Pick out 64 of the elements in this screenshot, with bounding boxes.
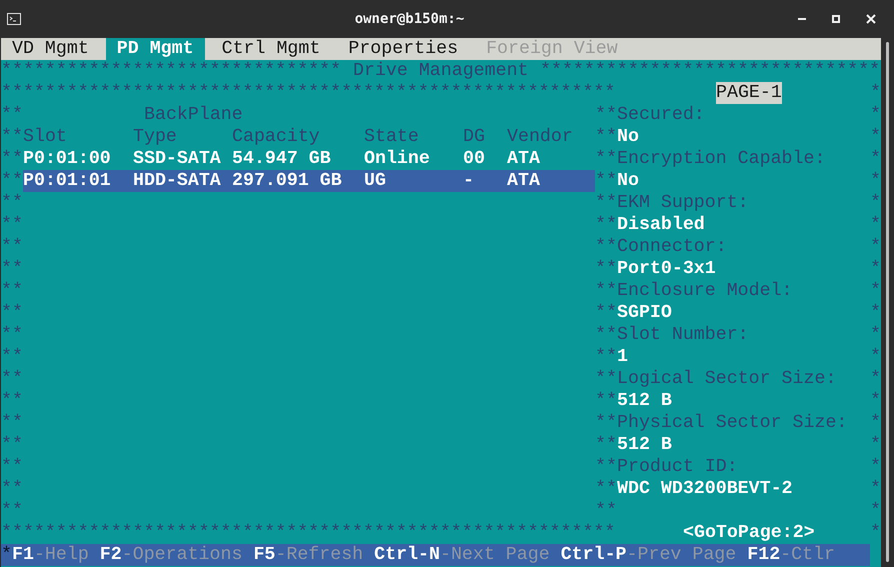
table-cell-text: 297.091 GB xyxy=(232,170,343,192)
column-header: State xyxy=(364,126,420,148)
field-value: 512 B xyxy=(617,434,673,456)
table-cell-text: UG xyxy=(364,170,387,192)
asterisk-border: * * * * * * * * * * * * * * * * * * * * * xyxy=(870,82,881,544)
column-header: Slot xyxy=(23,126,68,148)
field-value: WDC WD3200BEVT-2 xyxy=(617,478,794,500)
field-label: Product ID: xyxy=(617,456,739,478)
field-value: No xyxy=(617,126,640,148)
tab[interactable]: PD Mgmt xyxy=(106,38,205,60)
field-value: 1 xyxy=(617,346,629,368)
function-key[interactable]: Ctrl-P-Prev Page xyxy=(560,544,736,566)
field-value: 512 B xyxy=(617,390,673,412)
asterisk-border: ** ** ** ** ** ** ** ** ** ** ** ** ** ** ** ** ** ** ** xyxy=(1,104,23,522)
asterisk-border: * xyxy=(1,544,12,566)
field-label: Connector: xyxy=(617,236,728,258)
section-label: BackPlane xyxy=(144,104,243,126)
field-value: SGPIO xyxy=(617,302,673,324)
table-cell-text: HDD-SATA xyxy=(133,170,222,192)
field-label: Logical Sector Size: xyxy=(617,368,838,390)
close-icon[interactable] xyxy=(866,14,876,24)
asterisk-rule: ******************************* xyxy=(1,60,342,82)
table-cell-text: P0:01:00 xyxy=(23,148,112,170)
page-label: PAGE-1 xyxy=(716,82,782,104)
function-key[interactable]: F1-Help xyxy=(12,544,89,566)
function-key[interactable]: Ctrl-N-Next Page xyxy=(374,544,550,566)
table-cell-text: - xyxy=(463,170,475,192)
function-key[interactable]: F12-Ctlr xyxy=(747,544,836,566)
terminal-icon xyxy=(7,13,21,25)
table-cell-text: Online xyxy=(364,148,431,170)
section-title: Drive Management xyxy=(353,60,529,82)
asterisk-rule: ******************************************************** xyxy=(1,522,616,544)
field-label: EKM Support: xyxy=(617,192,750,214)
field-value: Port0-3x1 xyxy=(617,258,717,280)
tab[interactable]: Properties xyxy=(337,38,470,60)
function-key[interactable]: F5-Refresh xyxy=(253,544,364,566)
asterisk-border: ** ** ** ** ** ** ** ** ** ** ** ** ** ** ** ** ** ** ** xyxy=(595,104,617,522)
field-value: No xyxy=(617,170,640,192)
maximize-icon[interactable] xyxy=(832,15,840,23)
field-label: Secured: xyxy=(617,104,706,126)
column-header: Type xyxy=(133,126,178,148)
window-title: owner@b150m:~ xyxy=(354,10,464,28)
column-header: Capacity xyxy=(232,126,321,148)
table-cell-text: P0:01:01 xyxy=(23,170,112,192)
table-cell-text: ATA xyxy=(507,148,541,170)
table-cell-text: ATA xyxy=(507,170,541,192)
column-header: DG xyxy=(463,126,486,148)
field-label: Encryption Capable: xyxy=(617,148,826,170)
table-cell-text: 00 xyxy=(463,148,486,170)
tab[interactable]: VD Mgmt xyxy=(1,38,100,60)
function-key[interactable]: F2-Operations xyxy=(100,544,242,566)
field-label: Physical Sector Size: xyxy=(617,412,848,434)
field-value: Disabled xyxy=(617,214,706,236)
table-cell-text: SSD-SATA xyxy=(133,148,222,170)
tab[interactable]: Ctrl Mgmt xyxy=(210,38,332,60)
asterisk-rule: ******************************* xyxy=(540,60,881,82)
selected-row[interactable]: P0:01:01 HDD-SATA 297.091 GB UG - ATA xyxy=(23,170,595,192)
page-link[interactable]: <GoToPage:2> xyxy=(683,522,815,544)
table-cell-text: 54.947 GB xyxy=(232,148,332,170)
table-row[interactable]: P0:01:00 SSD-SATA 54.947 GB Online 00 ATA xyxy=(23,148,595,170)
field-label: Slot Number: xyxy=(617,324,750,346)
asterisk-rule: ******************************************************** xyxy=(1,82,616,104)
column-header: Vendor xyxy=(507,126,574,148)
field-label: Enclosure Model: xyxy=(617,280,794,302)
